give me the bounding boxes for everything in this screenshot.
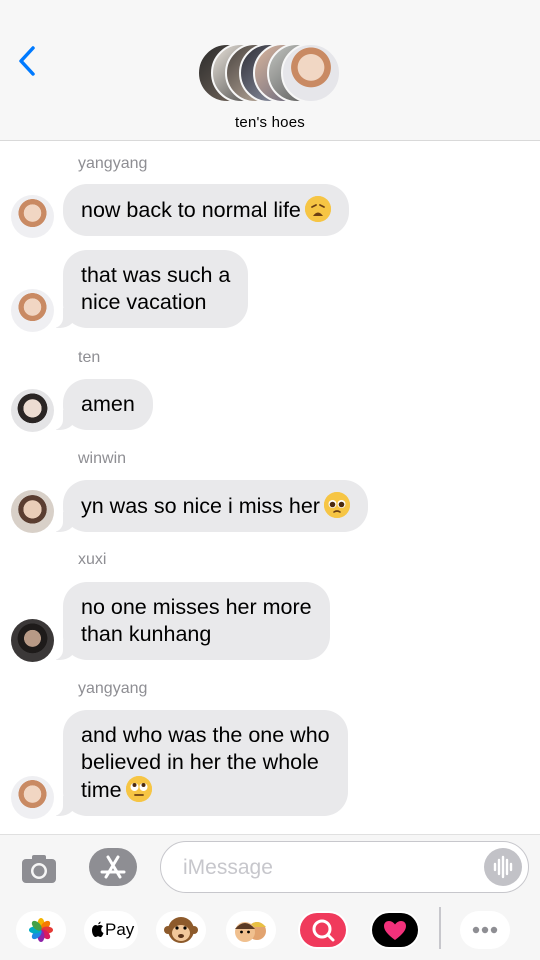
apple-pay-label: Pay (105, 920, 135, 939)
more-icon (472, 926, 498, 934)
message-bubble[interactable]: yn was so nice i miss her (53, 480, 368, 532)
conversation-header: ten's hoes (0, 0, 540, 141)
message-input[interactable]: iMessage (160, 841, 529, 893)
back-chevron-icon[interactable] (14, 44, 44, 78)
app-store-icon (100, 855, 126, 879)
digital-touch-icon (372, 913, 418, 947)
message-text: now back to normal life (81, 198, 301, 222)
group-avatar-stack[interactable] (197, 43, 343, 103)
photos-app-button[interactable] (16, 911, 66, 949)
compose-bar: iMessage Pay (0, 834, 540, 960)
waveform-icon (493, 855, 513, 879)
message-bubble[interactable]: amen (53, 379, 153, 430)
image-search-button[interactable] (298, 911, 348, 949)
avatar[interactable] (11, 289, 54, 332)
photos-icon (29, 918, 53, 942)
more-apps-button[interactable] (460, 911, 510, 949)
camera-icon[interactable] (19, 849, 59, 889)
message-bubble[interactable]: and who was the one who believed in her t… (53, 710, 348, 816)
message-bubble[interactable]: that was such a nice vacation (52, 250, 249, 328)
message-text: yn was so nice i miss her (81, 494, 320, 518)
avatar[interactable] (11, 619, 54, 662)
message-text: amen (81, 392, 135, 416)
group-name[interactable]: ten's hoes (0, 114, 540, 131)
message-text: that was such a (81, 263, 231, 287)
image-search-icon (300, 913, 346, 947)
sender-name: yangyang (78, 680, 148, 697)
sender-name: yangyang (78, 155, 148, 172)
message-input-placeholder: iMessage (183, 856, 273, 879)
monkey-icon (164, 917, 198, 943)
message-text: no one misses her more (81, 595, 312, 619)
message-text: and who was the one who (81, 723, 330, 747)
avatar[interactable] (11, 776, 54, 819)
avatar[interactable] (11, 195, 54, 238)
audio-message-button[interactable] (484, 848, 522, 886)
message-bubble[interactable]: now back to normal life (63, 184, 349, 236)
sender-name: ten (78, 349, 101, 366)
memoji-button[interactable] (226, 911, 276, 949)
message-text: than kunhang (81, 622, 212, 646)
sender-name: xuxi (78, 551, 107, 568)
message-bubble[interactable]: no one misses her more than kunhang (53, 582, 330, 660)
avatar[interactable] (11, 389, 54, 432)
sender-name: winwin (78, 450, 127, 467)
eye-roll-face-icon (125, 776, 152, 802)
animoji-button[interactable] (156, 911, 206, 949)
digital-touch-button[interactable] (370, 911, 420, 949)
pleading-face-icon (323, 492, 350, 518)
message-text: nice vacation (81, 290, 207, 314)
drawer-divider (439, 907, 441, 949)
group-member-avatar (281, 43, 341, 103)
app-store-button[interactable] (89, 848, 137, 886)
memoji-icon (235, 922, 266, 942)
apple-pay-button[interactable]: Pay (84, 911, 138, 949)
weary-face-icon (304, 196, 331, 222)
message-text: time (81, 778, 122, 802)
avatar[interactable] (11, 490, 54, 533)
message-text: believed in her the whole (81, 750, 319, 774)
